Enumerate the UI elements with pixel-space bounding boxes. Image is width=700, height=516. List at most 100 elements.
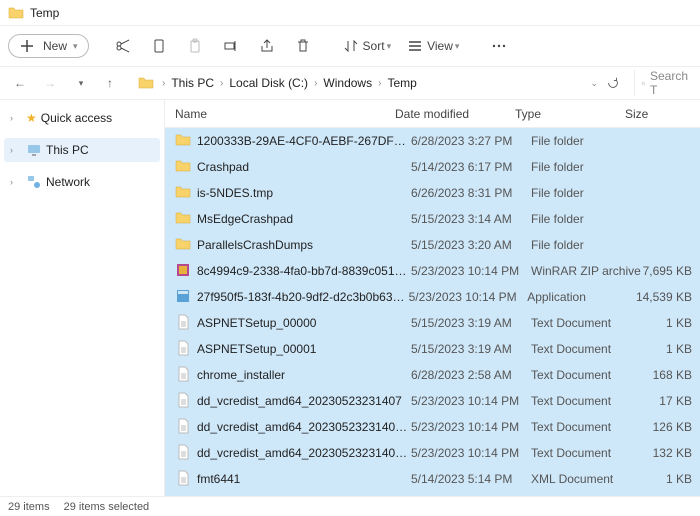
file-name: chrome_installer <box>197 368 411 382</box>
sidebar-item-quick-access[interactable]: › ★ Quick access <box>0 106 164 130</box>
table-row[interactable]: is-5NDES.tmp6/26/2023 8:31 PMFile folder <box>165 180 700 206</box>
file-size: 132 KB <box>641 446 700 460</box>
file-type: Text Document <box>531 316 641 330</box>
txt-icon <box>175 470 197 489</box>
column-date[interactable]: Date modified <box>395 107 515 121</box>
chevron-down-icon[interactable]: ⌄ <box>590 78 598 89</box>
sidebar-item-network[interactable]: › Network <box>0 170 164 194</box>
txt-icon <box>175 314 197 333</box>
file-type: Application <box>527 290 636 304</box>
winrar-icon <box>175 262 197 281</box>
file-name: ASPNETSetup_00000 <box>197 316 411 330</box>
folder-icon <box>175 184 197 203</box>
table-row[interactable]: 1200333B-29AE-4CF0-AEBF-267DFF21D16D-Si.… <box>165 128 700 154</box>
table-row[interactable]: dd_vcredist_amd64_20230523231407_001_vcR… <box>165 440 700 466</box>
column-size[interactable]: Size <box>625 107 700 121</box>
file-name: dd_vcredist_amd64_20230523231407 <box>197 394 411 408</box>
view-button[interactable]: View ▾ <box>401 32 465 60</box>
file-name: dd_vcredist_amd64_20230523231407_000_vcR… <box>197 420 411 434</box>
toolbar: New ▾ Sort ▾ View ▾ <box>0 26 700 66</box>
folder-icon <box>175 158 197 177</box>
column-name[interactable]: Name <box>175 107 395 121</box>
chevron-down-icon: ▾ <box>73 41 78 52</box>
file-type: Text Document <box>531 446 641 460</box>
column-type[interactable]: Type <box>515 107 625 121</box>
status-item-count: 29 items <box>8 501 50 513</box>
more-button[interactable] <box>483 32 515 60</box>
file-type: Text Document <box>531 368 641 382</box>
table-row[interactable]: FXSAPIDebugLogFile5/14/2023 4:57 PMText … <box>165 492 700 496</box>
breadcrumb[interactable]: Windows <box>321 76 374 90</box>
view-icon <box>407 38 423 54</box>
table-row[interactable]: ASPNETSetup_000015/15/2023 3:19 AMText D… <box>165 336 700 362</box>
recent-button[interactable]: ▾ <box>66 69 94 97</box>
status-bar: 29 items 29 items selected <box>0 496 700 516</box>
rename-button[interactable] <box>215 32 247 60</box>
clipboard-icon <box>187 38 203 54</box>
paste-button <box>179 32 211 60</box>
file-date: 5/23/2023 10:14 PM <box>411 420 531 434</box>
column-headers[interactable]: Name Date modified Type Size <box>165 100 700 128</box>
txt-icon <box>175 366 197 385</box>
file-type: XML Document <box>531 472 641 486</box>
table-row[interactable]: Crashpad5/14/2023 6:17 PMFile folder <box>165 154 700 180</box>
file-name: dd_vcredist_amd64_20230523231407_001_vcR… <box>197 446 411 460</box>
forward-button: → <box>36 69 64 97</box>
table-row[interactable]: ParallelsCrashDumps5/15/2023 3:20 AMFile… <box>165 232 700 258</box>
file-name: is-5NDES.tmp <box>197 186 411 200</box>
file-date: 5/15/2023 3:19 AM <box>411 342 531 356</box>
copy-button[interactable] <box>143 32 175 60</box>
sidebar-item-this-pc[interactable]: › This PC <box>4 138 160 162</box>
table-row[interactable]: MsEdgeCrashpad5/15/2023 3:14 AMFile fold… <box>165 206 700 232</box>
file-size: 1 KB <box>641 342 700 356</box>
star-icon: ★ <box>26 111 37 125</box>
breadcrumb[interactable]: Temp <box>385 76 418 90</box>
network-icon <box>26 174 42 190</box>
sort-button[interactable]: Sort ▾ <box>337 32 398 60</box>
txt-icon <box>175 340 197 359</box>
search-input[interactable]: Search T <box>634 70 694 96</box>
back-button[interactable]: ← <box>6 69 34 97</box>
file-date: 6/28/2023 3:27 PM <box>411 134 531 148</box>
file-name: 8c4994c9-2338-4fa0-bb7d-8839c0512697 <box>197 264 411 278</box>
up-button[interactable]: ↑ <box>96 69 124 97</box>
table-row[interactable]: dd_vcredist_amd64_202305232314075/23/202… <box>165 388 700 414</box>
breadcrumb[interactable]: This PC <box>169 76 216 90</box>
folder-icon <box>138 75 154 91</box>
sort-icon <box>343 38 359 54</box>
file-type: File folder <box>531 160 641 174</box>
file-date: 5/23/2023 10:14 PM <box>411 394 531 408</box>
file-size: 7,695 KB <box>641 264 700 278</box>
title-bar: Temp <box>0 0 700 26</box>
refresh-icon[interactable] <box>606 76 620 90</box>
delete-button[interactable] <box>287 32 319 60</box>
new-button[interactable]: New ▾ <box>8 34 89 58</box>
file-name: fmt6441 <box>197 472 411 486</box>
file-size: 14,539 KB <box>636 290 700 304</box>
file-name: Crashpad <box>197 160 411 174</box>
cut-button[interactable] <box>107 32 139 60</box>
folder-icon <box>175 236 197 255</box>
file-name: 1200333B-29AE-4CF0-AEBF-267DFF21D16D-Si.… <box>197 134 411 148</box>
address-bar[interactable]: › This PC › Local Disk (C:) › Windows › … <box>132 70 626 96</box>
share-button[interactable] <box>251 32 283 60</box>
file-size: 126 KB <box>641 420 700 434</box>
file-type: File folder <box>531 212 641 226</box>
file-type: Text Document <box>531 420 641 434</box>
table-row[interactable]: ASPNETSetup_000005/15/2023 3:19 AMText D… <box>165 310 700 336</box>
sidebar: › ★ Quick access › This PC › Network <box>0 100 165 496</box>
table-row[interactable]: 8c4994c9-2338-4fa0-bb7d-8839c05126975/23… <box>165 258 700 284</box>
txt-icon <box>175 392 197 411</box>
file-date: 5/23/2023 10:14 PM <box>411 446 531 460</box>
file-type: File folder <box>531 134 641 148</box>
table-row[interactable]: chrome_installer6/28/2023 2:58 AMText Do… <box>165 362 700 388</box>
table-row[interactable]: dd_vcredist_amd64_20230523231407_000_vcR… <box>165 414 700 440</box>
share-icon <box>259 38 275 54</box>
nav-row: ← → ▾ ↑ › This PC › Local Disk (C:) › Wi… <box>0 66 700 100</box>
file-type: WinRAR ZIP archive <box>531 264 641 278</box>
status-selected-count: 29 items selected <box>64 501 150 513</box>
table-row[interactable]: fmt64415/14/2023 5:14 PMXML Document1 KB <box>165 466 700 492</box>
file-size: 168 KB <box>641 368 700 382</box>
table-row[interactable]: 27f950f5-183f-4b20-9df2-d2c3b0b63b655/23… <box>165 284 700 310</box>
breadcrumb[interactable]: Local Disk (C:) <box>227 76 310 90</box>
